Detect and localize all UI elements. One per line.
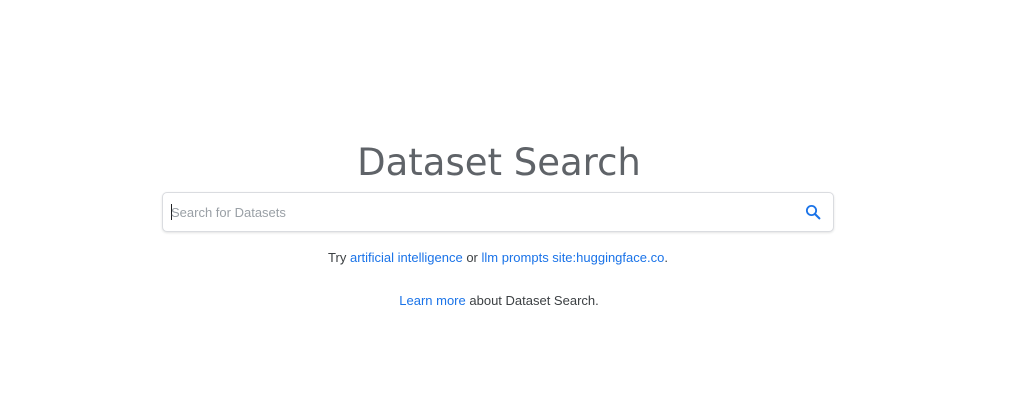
search-box[interactable] <box>162 192 834 232</box>
suggestion-separator: or <box>466 250 478 265</box>
search-icon <box>805 204 821 220</box>
about-line: Learn more about Dataset Search. <box>0 292 998 310</box>
dataset-search-page: Dataset Search Try artificial intelligen… <box>0 0 1024 409</box>
suggestion-link-artificial-intelligence[interactable]: artificial intelligence <box>350 250 463 265</box>
page-title: Dataset Search <box>357 141 641 184</box>
suggestion-link-llm-prompts[interactable]: llm prompts site:huggingface.co <box>482 250 665 265</box>
suggestion-prefix: Try <box>328 250 347 265</box>
search-input[interactable] <box>171 199 791 225</box>
search-suggestions: Try artificial intelligence or llm promp… <box>0 249 996 267</box>
about-text: about Dataset Search. <box>469 293 599 308</box>
suggestion-suffix: . <box>664 250 668 265</box>
search-button[interactable] <box>801 200 825 224</box>
learn-more-link[interactable]: Learn more <box>399 293 465 308</box>
